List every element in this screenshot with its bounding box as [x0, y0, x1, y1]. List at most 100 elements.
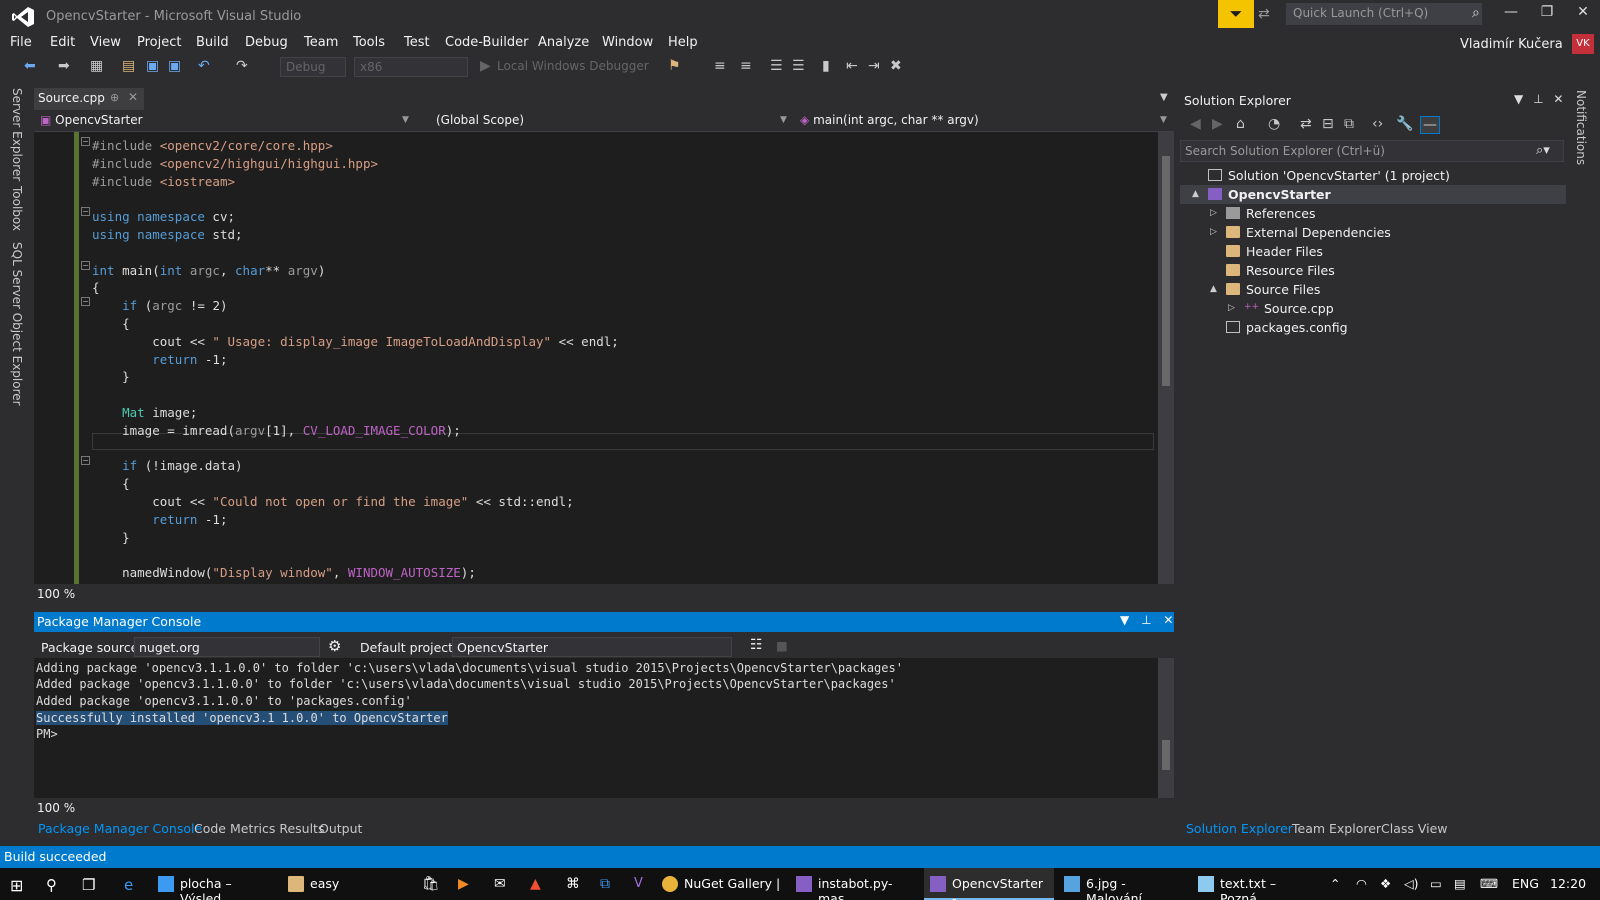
action-center-icon[interactable]: ▤: [1454, 876, 1466, 891]
search-icon[interactable]: ⚲: [46, 876, 57, 894]
fold-toggle-icon[interactable]: −: [81, 137, 90, 146]
document-list-dropdown-icon[interactable]: ▼: [1160, 92, 1168, 103]
windows-start-icon[interactable]: ⊞: [10, 876, 23, 895]
settings-gear-icon[interactable]: ⚙: [328, 637, 341, 655]
taskbar-app-nuget[interactable]: NuGet Gallery | ...: [656, 868, 786, 900]
configuration-select[interactable]: Debug: [280, 57, 346, 77]
tab-output[interactable]: Output: [319, 821, 362, 836]
task-view-icon[interactable]: ❐: [82, 876, 95, 894]
start-debugging-icon[interactable]: ▶: [480, 58, 491, 74]
tree-item[interactable]: packages.config: [1180, 318, 1566, 337]
feedback-icon[interactable]: ⇄: [1258, 6, 1270, 22]
keyboard-icon[interactable]: ⌨: [1480, 876, 1498, 891]
next-bookmark-icon[interactable]: ⇥: [868, 58, 880, 74]
home-icon[interactable]: ⌂: [1236, 116, 1245, 132]
package-source-select[interactable]: nuget.org: [134, 637, 320, 657]
app-icon[interactable]: ⧉: [600, 876, 610, 892]
taskbar-app-opencvstarter[interactable]: OpencvStarter -...: [924, 868, 1054, 900]
taskbar-clock[interactable]: 12:20: [1550, 876, 1586, 891]
start-debugger-button[interactable]: Local Windows Debugger: [497, 59, 649, 73]
expand-toggle-icon[interactable]: ▷: [1210, 227, 1217, 237]
search-icon[interactable]: ⌕: [1472, 5, 1480, 21]
network-app-icon[interactable]: ⌘: [566, 876, 580, 892]
menu-test[interactable]: Test: [404, 35, 430, 50]
show-all-files-icon[interactable]: ⧉: [1344, 116, 1354, 132]
tree-item[interactable]: ▷ References: [1180, 204, 1566, 223]
chevron-down-icon[interactable]: ▼: [1514, 92, 1523, 106]
sync-icon[interactable]: ⇄: [1300, 116, 1312, 132]
menu-build[interactable]: Build: [196, 35, 229, 50]
language-indicator[interactable]: ENG: [1512, 876, 1539, 891]
sql-server-object-explorer-tab[interactable]: SQL Server Object Explorer: [10, 242, 24, 406]
volume-icon[interactable]: ◁): [1404, 876, 1419, 891]
tab-team-explorer[interactable]: Team Explorer: [1292, 821, 1381, 836]
tree-item[interactable]: ▷ External Dependencies: [1180, 223, 1566, 242]
new-project-icon[interactable]: ▦: [90, 58, 103, 74]
menu-debug[interactable]: Debug: [245, 35, 288, 50]
close-button[interactable]: ✕: [1566, 4, 1600, 28]
tree-item[interactable]: Resource Files: [1180, 261, 1566, 280]
project-scope-select[interactable]: ▣ OpencvStarter: [40, 113, 410, 131]
previous-bookmark-icon[interactable]: ⇤: [846, 58, 858, 74]
collapse-all-icon[interactable]: ⊟: [1322, 116, 1334, 132]
indent-icon[interactable]: ☰: [792, 58, 805, 74]
global-scope-select[interactable]: (Global Scope): [436, 113, 524, 131]
close-panel-icon[interactable]: ✕: [1163, 613, 1173, 627]
uncomment-icon[interactable]: ≡: [740, 58, 752, 74]
notifications-tab[interactable]: Notifications: [1574, 90, 1588, 165]
fold-toggle-icon[interactable]: −: [81, 261, 90, 270]
console-vertical-scrollbar[interactable]: [1158, 658, 1174, 798]
menu-file[interactable]: File: [10, 35, 32, 50]
menu-view[interactable]: View: [90, 35, 121, 50]
fold-toggle-icon[interactable]: −: [81, 456, 90, 465]
menu-analyze[interactable]: Analyze: [538, 35, 589, 50]
fold-toggle-icon[interactable]: −: [81, 297, 90, 306]
preview-selected-items-icon[interactable]: —: [1420, 116, 1440, 134]
feedback-filter-button[interactable]: ⏷: [1218, 0, 1254, 28]
user-avatar[interactable]: VK: [1572, 34, 1594, 54]
chevron-down-icon[interactable]: ▼: [1160, 115, 1167, 125]
expand-toggle-icon[interactable]: ▷: [1228, 303, 1235, 313]
expand-toggle-icon[interactable]: ▲: [1192, 189, 1199, 199]
taskbar-app-easy[interactable]: easy: [282, 868, 358, 900]
editor-scroll-thumb[interactable]: [1162, 156, 1170, 386]
taskbar-app-plocha[interactable]: plocha – Výsled...: [152, 868, 280, 900]
forward-icon[interactable]: ➡: [58, 58, 70, 74]
close-panel-icon[interactable]: ✕: [1553, 92, 1563, 106]
pin-icon[interactable]: ⊥: [1533, 92, 1543, 106]
tab-class-view[interactable]: Class View: [1381, 821, 1448, 836]
save-all-icon[interactable]: ▣: [168, 58, 181, 74]
console-zoom-select[interactable]: 100 %: [37, 801, 75, 815]
menu-project[interactable]: Project: [137, 35, 181, 50]
clear-console-icon[interactable]: ☷: [750, 637, 763, 653]
outdent-icon[interactable]: ☰: [770, 58, 783, 74]
network-icon[interactable]: ◠: [1356, 876, 1367, 891]
menu-help[interactable]: Help: [668, 35, 698, 50]
server-explorer-tab[interactable]: Server Explorer: [10, 88, 24, 181]
tab-solution-explorer[interactable]: Solution Explorer: [1186, 821, 1293, 836]
forward-icon[interactable]: ▶: [1212, 116, 1223, 132]
clear-bookmarks-icon[interactable]: ✖: [890, 58, 902, 74]
chevron-down-icon[interactable]: ▼: [402, 115, 409, 125]
restore-button[interactable]: ❐: [1530, 4, 1564, 28]
properties-wrench-icon[interactable]: 🔧: [1396, 116, 1413, 132]
pin-icon[interactable]: ⊥: [1141, 613, 1151, 627]
user-name[interactable]: Vladimír Kučera: [1460, 37, 1563, 52]
toolbox-tab[interactable]: Toolbox: [10, 186, 24, 231]
tree-item[interactable]: Header Files: [1180, 242, 1566, 261]
tree-item[interactable]: Solution 'OpencvStarter' (1 project): [1180, 166, 1566, 185]
visual-studio-icon[interactable]: V: [634, 876, 643, 891]
fold-toggle-icon[interactable]: −: [81, 207, 90, 216]
editor-zoom-select[interactable]: 100 %: [37, 587, 75, 601]
platform-select[interactable]: x86: [354, 57, 468, 77]
pin-icon[interactable]: ⊕: [110, 91, 119, 104]
find-in-files-icon[interactable]: ⚑: [668, 58, 681, 74]
tree-item[interactable]: ▲ Source Files: [1180, 280, 1566, 299]
bookmark-icon[interactable]: ▮: [822, 58, 830, 74]
menu-edit[interactable]: Edit: [50, 35, 75, 50]
taskbar-app-notepad[interactable]: text.txt – Pozná...: [1192, 868, 1316, 900]
console-scroll-thumb[interactable]: [1162, 740, 1170, 770]
pending-changes-filter-icon[interactable]: ◔: [1268, 116, 1280, 132]
back-icon[interactable]: ⬅: [24, 58, 36, 74]
media-player-icon[interactable]: ▶: [458, 876, 469, 892]
